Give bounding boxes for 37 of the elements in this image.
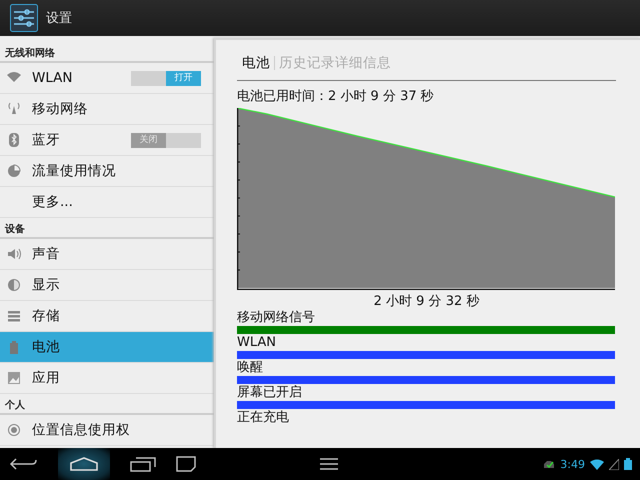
menu-icon[interactable]	[320, 458, 338, 470]
signal-label: 正在充电	[237, 410, 290, 426]
settings-item[interactable]: 流量使用情况	[0, 156, 214, 187]
graph-duration: 2 小时 9 分 32 秒	[372, 293, 480, 310]
location-icon	[6, 422, 22, 438]
tab[interactable]: 电池	[242, 54, 270, 72]
image-icon	[6, 370, 22, 386]
section-header: 无线和网络	[0, 42, 214, 63]
brightness-icon	[6, 277, 22, 293]
settings-item[interactable]: 应用	[0, 363, 214, 394]
speaker-icon	[6, 246, 22, 262]
home-button[interactable]	[58, 448, 110, 480]
battery-usage-time: 电池已用时间：2 小时 9 分 37 秒	[237, 88, 435, 105]
settings-item[interactable]: WLAN 打开	[0, 63, 214, 94]
app-title: 设置	[46, 10, 72, 27]
bluetooth-icon	[6, 132, 22, 148]
wifi-icon	[590, 458, 604, 470]
settings-item[interactable]: 显示	[0, 270, 214, 301]
signal-icon	[609, 458, 619, 470]
usb-icon	[543, 459, 556, 469]
signal-label: 移动网络信号	[237, 310, 316, 326]
clock: 3:49	[560, 458, 585, 470]
signal-label: WLAN	[237, 335, 278, 351]
battery-icon	[624, 458, 632, 470]
signal-label: 唤醒	[237, 360, 264, 376]
settings-item[interactable]: 电池	[0, 332, 214, 363]
sliders-icon[interactable]	[10, 4, 38, 32]
home-icon	[69, 456, 99, 472]
signal-label: 屏幕已开启	[237, 385, 303, 401]
screenshot-icon[interactable]	[176, 456, 196, 472]
settings-item[interactable]: 蓝牙 关闭	[0, 125, 214, 156]
storage-icon	[6, 308, 22, 324]
pie-chart-icon	[6, 163, 22, 179]
recent-apps-icon[interactable]	[130, 456, 156, 472]
antenna-icon	[6, 101, 22, 117]
section-header: 个人	[0, 394, 214, 415]
section-header: 设备	[0, 218, 214, 239]
